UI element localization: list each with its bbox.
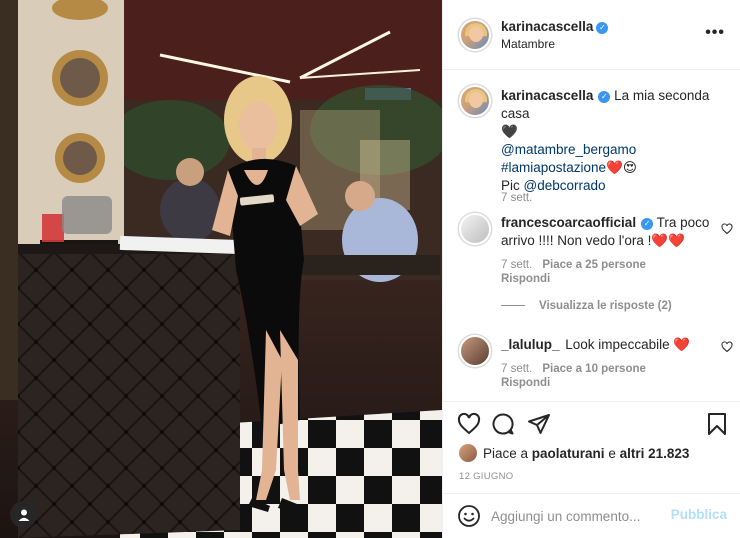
reply-button[interactable]: Rispondi [501, 376, 646, 390]
hashtag-link[interactable]: #lamiapostazione [501, 160, 606, 175]
comment-item: francescoarcaofficial ✓ Tra poco arrivo !… [457, 211, 733, 291]
caption-username[interactable]: karinacascella [501, 88, 593, 103]
comment-likes[interactable]: Piace a 10 persone [542, 363, 646, 375]
likes-prefix: Piace a [483, 445, 529, 461]
comment-like-heart-icon[interactable] [721, 341, 733, 353]
publish-button[interactable]: Pubblica [671, 507, 727, 522]
comment-icon[interactable] [491, 412, 515, 436]
view-replies-button[interactable]: Visualizza le risposte (2) [501, 300, 672, 312]
emoji-icon[interactable] [457, 504, 481, 528]
post-date[interactable]: 12 GIUGNO [459, 471, 513, 482]
verified-badge-icon: ✓ [641, 218, 654, 230]
comment-meta: 7 sett. Piace a 25 persone Rispondi [501, 258, 646, 286]
mention-link[interactable]: @matambre_bergamo [501, 142, 636, 157]
comment-text: francescoarcaofficial ✓ Tra poco arrivo !… [501, 214, 711, 250]
liker-username[interactable]: paolaturani [532, 446, 605, 461]
comment-body: Look impeccabile [565, 337, 670, 352]
caption: karinacascella ✓ La mia seconda casa 🖤 @m… [457, 83, 733, 205]
likes-others[interactable]: altri 21.823 [620, 446, 690, 461]
credit-mention-link[interactable]: @debcorrado [524, 178, 606, 193]
comment-emojis: ❤️❤️ [651, 233, 686, 248]
liker-avatar [459, 444, 477, 462]
comment-likes[interactable]: Piace a 25 persone [542, 259, 646, 271]
comments-list[interactable]: karinacascella ✓ La mia seconda casa 🖤 @m… [443, 71, 740, 401]
user-tag-icon[interactable] [10, 501, 37, 528]
heart-icon[interactable] [457, 412, 481, 436]
comment-text: _lalulup_ Look impeccabile ❤️ [501, 336, 711, 354]
likes-middle: e [608, 445, 616, 461]
caption-time[interactable]: 7 sett. [501, 191, 532, 205]
likes-summary[interactable]: Piace a paolaturani e altri 21.823 [459, 444, 689, 462]
comment-like-heart-icon[interactable] [721, 223, 733, 235]
black-heart-emoji: 🖤 [501, 124, 518, 139]
reply-button[interactable]: Rispondi [501, 272, 646, 286]
commenter-avatar[interactable] [459, 213, 491, 245]
comment-meta: 7 sett. Piace a 10 persone Rispondi [501, 362, 646, 390]
comment-time[interactable]: 7 sett. [501, 363, 532, 375]
post-photo[interactable] [0, 0, 442, 538]
post-actions: Piace a paolaturani e altri 21.823 12 GI… [443, 401, 740, 493]
share-icon[interactable] [527, 412, 551, 436]
verified-badge-icon: ✓ [596, 22, 609, 34]
add-comment-bar: Pubblica [443, 493, 740, 538]
author-username[interactable]: karinacascella [501, 19, 593, 34]
author-avatar[interactable] [459, 19, 491, 51]
comment-item: _lalulup_ Look impeccabile ❤️ 7 sett. Pia… [457, 333, 733, 401]
person-icon [18, 509, 29, 521]
caption-text: karinacascella ✓ La mia seconda casa 🖤 @m… [501, 87, 711, 195]
commenter-username[interactable]: francescoarcaofficial [501, 215, 636, 230]
verified-badge-icon: ✓ [598, 91, 611, 103]
caption-author-avatar[interactable] [459, 85, 491, 117]
more-options-icon[interactable]: ••• [705, 24, 725, 42]
bookmark-icon[interactable] [705, 412, 729, 436]
comment-emojis: ❤️ [673, 337, 691, 352]
comment-input[interactable] [491, 505, 661, 527]
post-details-panel: karinacascella ✓ Matambre ••• karinacasce… [442, 0, 740, 538]
commenter-avatar[interactable] [459, 335, 491, 367]
commenter-username[interactable]: _lalulup_ [501, 337, 560, 352]
post-header: karinacascella ✓ Matambre ••• [443, 0, 740, 70]
comment-time[interactable]: 7 sett. [501, 259, 532, 271]
restaurant-scene-image [0, 0, 442, 538]
caption-emojis: ❤️😍 [606, 160, 637, 175]
location-link[interactable]: Matambre [501, 37, 555, 51]
